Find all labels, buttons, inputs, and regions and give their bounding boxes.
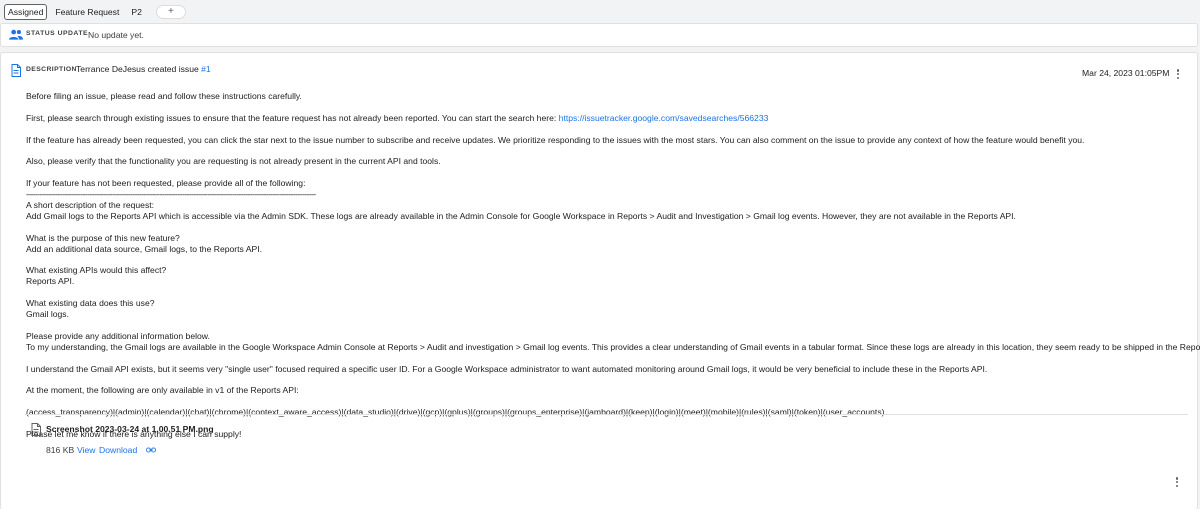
body-line: Also, please verify that the functionali… [26,156,441,167]
more-vert-icon[interactable] [1172,476,1182,490]
body-line: To my understanding, the Gmail logs are … [26,341,1200,352]
body-line: Add an additional data source, Gmail log… [26,243,262,254]
attachment-name: Screenshot 2023-03-24 at 1.00.51 PM.png [46,424,214,434]
description-date: Mar 24, 2023 01:05PM [1082,68,1170,78]
link-icon[interactable] [146,446,156,454]
description-card: DESCRIPTION Terrance DeJesus created iss… [0,52,1200,509]
status-update-label: STATUS UPDATE [26,30,89,37]
chip-priority[interactable]: P2 [127,4,146,20]
chip-assigned[interactable]: Assigned [4,4,48,20]
body-line: (access_transparency)|(admin)|(calendar)… [26,407,885,418]
label-chips: Assigned Feature Request P2 + [4,3,186,21]
body-line: What existing data does this use? [26,298,155,309]
people-icon [9,29,23,40]
document-icon [31,423,41,436]
body-line: A short description of the request: [26,200,155,210]
body-line: I understand the Gmail API exists, but i… [26,363,988,374]
body-line: First, please search through existing is… [26,113,1191,124]
body-line: Reports API. [26,276,75,287]
document-icon [11,64,21,77]
body-line: Please provide any additional informatio… [26,330,210,341]
attachment-size: 816 KB [46,445,75,455]
attachment-divider [25,414,1188,415]
saved-search-link[interactable]: https://issuetracker.google.com/savedsea… [559,113,769,123]
description-body: Before filing an issue, please read and … [26,91,1200,440]
author-text: Terrance DeJesus created issue [76,64,199,74]
body-line: Gmail logs. [26,309,69,320]
body-line: Before filing an issue, please read and … [26,91,302,101]
status-update-card: STATUS UPDATE No update yet. [0,23,1198,47]
issue-link[interactable]: #1 [201,64,211,74]
body-line: If your feature has not been requested, … [26,178,306,189]
body-line: What existing APIs would this affect? [26,265,167,276]
more-vert-icon[interactable] [1173,68,1183,82]
attachment-download-link[interactable]: Download [99,445,137,455]
description-author: Terrance DeJesus created issue #1 [76,64,211,74]
description-label: DESCRIPTION [26,66,77,73]
separator-line: ----------------------------------------… [26,189,316,200]
attachment-view-link[interactable]: View [77,445,95,455]
chip-feature-request[interactable]: Feature Request [51,4,123,20]
body-line: What is the purpose of this new feature? [26,232,180,243]
body-line: At the moment, the following are only av… [26,385,299,396]
body-text: First, please search through existing is… [26,112,559,123]
add-chip-button[interactable]: + [155,5,186,19]
status-update-value: No update yet. [88,29,144,40]
body-line: If the feature has already been requeste… [26,134,1085,145]
body-line: Add Gmail logs to the Reports API which … [26,210,1016,221]
